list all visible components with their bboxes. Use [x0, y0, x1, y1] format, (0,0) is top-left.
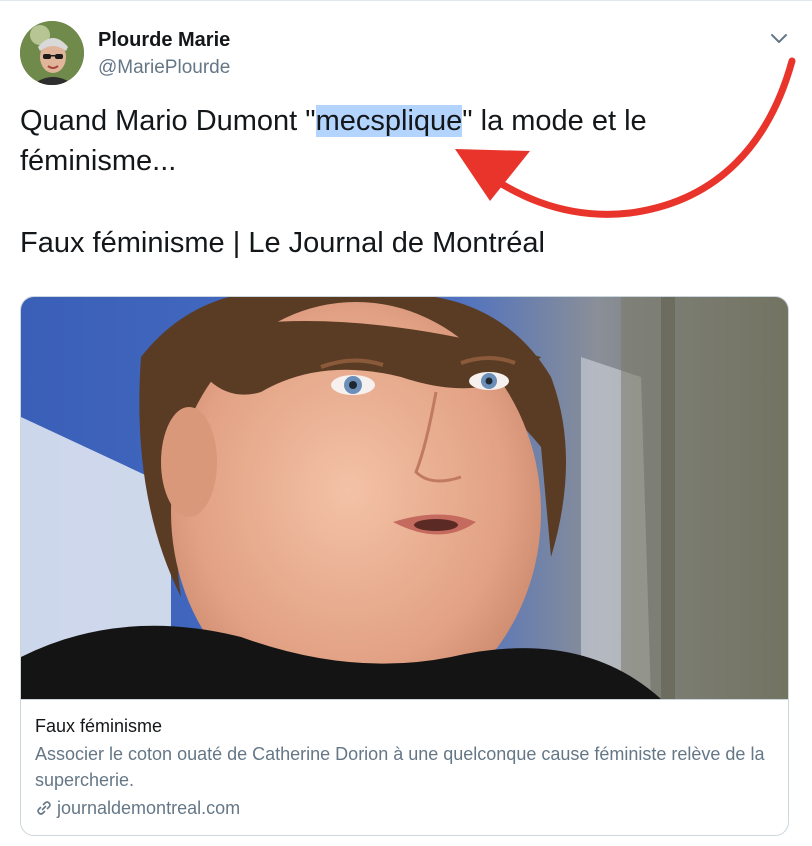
tweet-text-line-1: Quand Mario Dumont "mecsplique" la mode … — [20, 101, 780, 141]
tweet-text: Quand Mario Dumont "mecsplique" la mode … — [20, 101, 780, 181]
link-preview-card[interactable]: Faux féminisme Associer le coton ouaté d… — [20, 296, 789, 836]
preview-meta[interactable]: Faux féminisme Associer le coton ouaté d… — [21, 699, 788, 835]
preview-image[interactable] — [21, 297, 788, 699]
tweet-text-before: Quand Mario Dumont " — [20, 105, 316, 137]
preview-title: Faux féminisme — [35, 716, 163, 736]
preview-description: Associer le coton ouaté de Catherine Dor… — [35, 744, 765, 790]
author-handle[interactable]: @MariePlourde — [98, 57, 230, 79]
link-headline: Faux féminisme | Le Journal de Montréal — [20, 227, 545, 259]
tweet-text-after: " la mode et le — [462, 105, 647, 137]
avatar-photo — [20, 21, 84, 85]
preview-domain-row: journaldemontreal.com — [35, 795, 776, 821]
tweet-text-line-2: féminisme... — [20, 145, 177, 177]
avatar[interactable] — [20, 21, 84, 85]
tweet-card: Plourde Marie @MariePlourde Quand Mario … — [0, 0, 812, 846]
chevron-down-icon[interactable] — [768, 29, 790, 47]
highlighted-word: mecsplique — [315, 105, 463, 137]
link-icon — [35, 799, 53, 817]
author-name[interactable]: Plourde Marie — [98, 29, 230, 52]
preview-domain: journaldemontreal.com — [57, 798, 241, 818]
